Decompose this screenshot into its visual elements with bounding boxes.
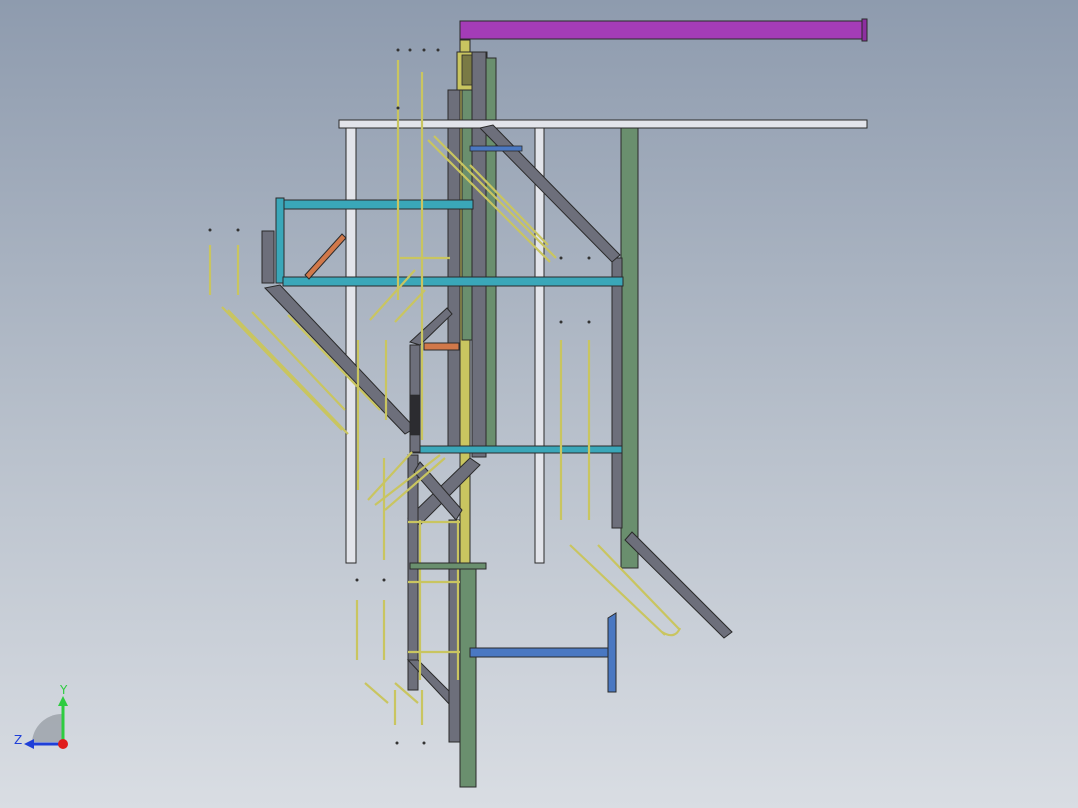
bolt-markers xyxy=(208,48,591,745)
orientation-triad[interactable]: Y Z xyxy=(10,682,80,762)
y-arrowhead-icon xyxy=(58,696,68,706)
steel-structure-model[interactable] xyxy=(0,0,1078,808)
cad-viewport[interactable]: Y Z xyxy=(0,0,1078,808)
z-axis-label: Z xyxy=(14,733,22,747)
purple-top-beam xyxy=(459,18,868,42)
y-axis-label: Y xyxy=(59,683,68,697)
rail-return-bend xyxy=(661,627,682,637)
z-arrowhead-icon xyxy=(24,739,34,749)
triad-arc xyxy=(32,713,62,742)
green-bracket xyxy=(409,562,487,570)
x-axis-icon xyxy=(58,739,68,749)
orange-braces xyxy=(304,233,460,351)
